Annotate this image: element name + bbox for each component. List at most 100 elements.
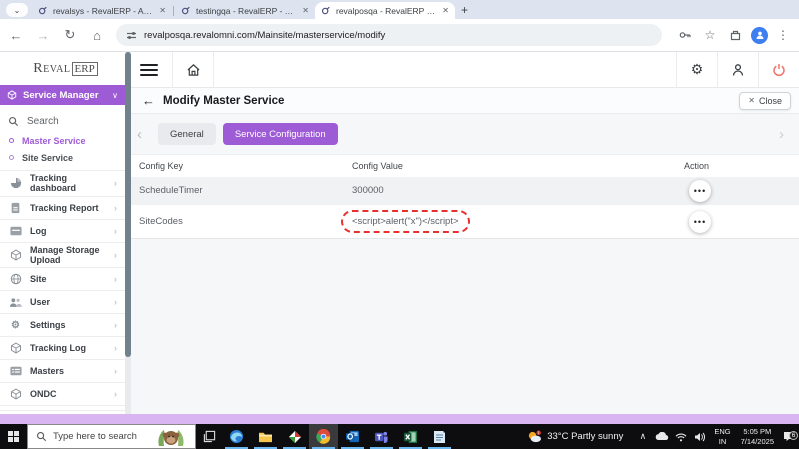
bottom-lavender-bar (0, 414, 799, 424)
tab-close-icon[interactable]: ✕ (302, 6, 309, 15)
weather-widget[interactable]: 1 33°C Partly sunny (526, 430, 623, 444)
forward-button[interactable]: → (32, 24, 54, 46)
sidebar-item-user[interactable]: User › (0, 290, 125, 313)
close-icon: ✕ (748, 96, 755, 105)
weather-icon: 1 (529, 430, 542, 442)
time-text: 5:05 PM (743, 427, 772, 437)
browser-tab-3-active[interactable]: revalposqa - RevalERP - Modify ✕ (315, 2, 455, 19)
taskbar-tray: 1 33°C Partly sunny ∧ ENG IN 5:05 PM 7/1… (526, 424, 799, 449)
site-info-icon[interactable] (126, 30, 137, 41)
language-indicator[interactable]: ENG IN (714, 427, 730, 446)
config-value-cell: 300000 (352, 185, 384, 196)
action-center-icon[interactable]: 6 (779, 431, 799, 442)
taskbar-app-edge[interactable] (222, 424, 251, 449)
toolbar-right: ☆ ⋮ (670, 25, 793, 45)
app-settings-gear-icon[interactable]: ⚙ (677, 52, 717, 88)
table-row: ScheduleTimer 300000 ••• (131, 177, 799, 204)
taskbar-app-outlook[interactable] (338, 424, 367, 449)
sidebar-item-tracking-dashboard[interactable]: Tracking dashboard › (0, 170, 125, 196)
module-selector[interactable]: Service Manager ∨ (0, 85, 125, 105)
start-button[interactable] (0, 424, 27, 449)
module-selector-label: Service Manager (23, 89, 99, 101)
extensions-icon[interactable] (725, 25, 745, 45)
tab-close-icon[interactable]: ✕ (159, 6, 166, 15)
main-content: ⚙ ← Modify Master Service ✕ Close ‹ Gene… (131, 51, 799, 414)
search-icon (37, 432, 47, 442)
table-row: SiteCodes <script>alert("x")</script> ••… (131, 204, 799, 238)
reload-button[interactable]: ↻ (59, 24, 81, 46)
sidebar-item-site-service[interactable]: Site Service (0, 149, 131, 166)
network-icon[interactable] (673, 432, 688, 442)
page-title: Modify Master Service (163, 94, 285, 107)
task-view-icon[interactable] (196, 424, 222, 449)
revalerp-favicon (38, 6, 47, 14)
bookmark-star-icon[interactable]: ☆ (700, 25, 720, 45)
app-home-icon[interactable] (173, 52, 213, 88)
taskbar-app-excel[interactable] (396, 424, 425, 449)
cube-icon (9, 342, 22, 354)
browser-tab-2[interactable]: testingqa - RevalERP - GSTR-1 F ✕ (175, 2, 315, 19)
row-actions-button[interactable]: ••• (689, 210, 711, 233)
sidebar-item-site[interactable]: Site › (0, 267, 125, 290)
tabs-scroll-right-icon[interactable]: › (779, 126, 793, 143)
sidebar-item-tracking-report[interactable]: Tracking Report › (0, 195, 125, 219)
back-arrow-icon[interactable]: ← (142, 93, 155, 108)
app-top-bar-right: ⚙ (676, 51, 799, 88)
cube-icon (7, 90, 17, 100)
tray-chevron-up-icon[interactable]: ∧ (635, 431, 650, 442)
home-button[interactable]: ⌂ (86, 24, 108, 46)
close-button[interactable]: ✕ Close (739, 91, 791, 110)
chevron-right-icon: › (114, 225, 117, 236)
globe-icon (9, 273, 22, 285)
tab-title: testingqa - RevalERP - GSTR-1 F (196, 5, 297, 16)
onedrive-cloud-icon[interactable] (654, 432, 669, 441)
tab-close-icon[interactable]: ✕ (442, 6, 449, 15)
notification-count-badge: 6 (789, 431, 798, 440)
taskbar-search-box[interactable]: Type here to search (27, 424, 196, 449)
taskbar-app-notepad[interactable] (425, 424, 454, 449)
new-tab-button[interactable]: + (461, 3, 468, 17)
sidebar-item-log[interactable]: Log › (0, 218, 125, 242)
log-box-icon (9, 226, 22, 236)
taskbar-app-chrome-active[interactable] (309, 424, 338, 449)
sidebar-item-tracking-log[interactable]: Tracking Log › (0, 336, 125, 359)
tabs-scroll-left-icon[interactable]: ‹ (137, 126, 151, 143)
browser-menu-icon[interactable]: ⋮ (773, 25, 793, 45)
clock-widget[interactable]: 5:05 PM 7/14/2025 (741, 427, 774, 446)
config-key-cell: SiteCodes (139, 216, 183, 227)
taskbar-app-teams[interactable] (367, 424, 396, 449)
address-bar[interactable]: revalposqa.revalomni.com/Mainsite/master… (116, 24, 662, 46)
sidebar-search[interactable]: Search (0, 110, 131, 132)
revalerp-logo: Reval ERP (0, 52, 131, 85)
volume-icon[interactable] (692, 432, 707, 442)
pie-chart-icon (9, 177, 22, 189)
tab-search-button[interactable]: ⌄ (6, 3, 28, 17)
logout-power-icon[interactable] (759, 52, 799, 88)
sidebar-item-label: Site Service (22, 152, 74, 163)
chevron-right-icon: › (114, 202, 117, 213)
taskbar-app-pinwheel[interactable] (280, 424, 309, 449)
app-profile-icon[interactable] (718, 52, 758, 88)
search-doodle-monkey-image (147, 426, 193, 449)
chevron-right-icon: › (114, 274, 117, 285)
tab-general[interactable]: General (158, 123, 216, 145)
list-card-icon (9, 366, 22, 376)
users-icon (9, 297, 22, 308)
tab-title: revalsys - RevalERP - Add Ticket (53, 5, 154, 16)
sidebar-item-ondc[interactable]: ONDC › (0, 382, 125, 405)
row-actions-button[interactable]: ••• (689, 179, 711, 202)
profile-avatar[interactable] (751, 26, 768, 44)
sidebar-item-manage-storage-upload[interactable]: Manage Storage Upload › (0, 241, 125, 268)
tab-service-configuration[interactable]: Service Configuration (222, 123, 338, 145)
sidebar-item-settings[interactable]: ⚙ Settings › (0, 313, 125, 336)
sidebar-item-master-service[interactable]: Master Service (0, 132, 131, 149)
chevron-right-icon: › (114, 389, 117, 400)
back-button[interactable]: ← (5, 24, 27, 46)
cube-icon (9, 388, 22, 400)
taskbar-app-file-explorer[interactable] (251, 424, 280, 449)
password-key-icon[interactable] (675, 25, 695, 45)
sidebar-item-masters[interactable]: Masters › (0, 359, 125, 382)
browser-tab-1[interactable]: revalsys - RevalERP - Add Ticket ✕ (32, 2, 172, 19)
date-text: 7/14/2025 (740, 436, 774, 446)
hamburger-menu-icon[interactable] (140, 63, 158, 76)
